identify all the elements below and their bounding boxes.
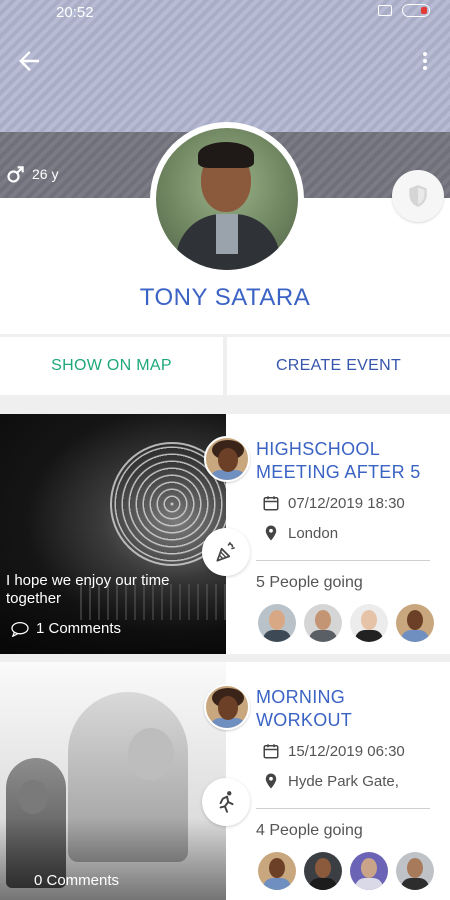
attendee-body — [309, 630, 337, 642]
status-icons — [378, 4, 430, 17]
back-button[interactable] — [14, 46, 44, 76]
back-arrow-icon — [19, 51, 39, 71]
attendee-body — [401, 630, 429, 642]
event-location: Hyde Park Gate, — [262, 772, 399, 790]
attendee-avatar[interactable] — [304, 604, 342, 642]
divider — [256, 808, 430, 809]
comment-icon — [11, 621, 29, 637]
event-date: 15/12/2019 06:30 — [262, 742, 405, 760]
event-title[interactable]: MORNING WORKOUT — [256, 686, 446, 732]
category-badge — [202, 778, 250, 826]
going-count: 4 People going — [256, 822, 363, 839]
attendee-body — [263, 630, 291, 642]
attendee-body — [401, 878, 429, 890]
organizer-avatar[interactable] — [204, 436, 250, 482]
gender-age: 26 y — [6, 164, 58, 184]
event-date: 07/12/2019 18:30 — [262, 494, 405, 512]
profile-name: TONY SATARA — [139, 284, 311, 311]
category-badge — [202, 528, 250, 576]
dot-icon — [423, 66, 427, 70]
avatar-hair — [198, 142, 254, 168]
attendee-head — [315, 610, 331, 630]
divider — [256, 560, 430, 561]
event-card[interactable]: 0 Comments MORNING WORKOUT 15/12/2019 06… — [0, 662, 450, 900]
attendee-head — [269, 610, 285, 630]
attendee-list — [258, 852, 434, 890]
attendee-list — [258, 604, 434, 642]
location-pin-icon — [265, 525, 277, 541]
calendar-icon — [263, 496, 279, 511]
shield-icon — [409, 185, 427, 207]
attendee-avatar[interactable] — [396, 852, 434, 890]
event-image[interactable]: I hope we enjoy our time together 1 Comm… — [0, 414, 226, 654]
event-caption: I hope we enjoy our time together — [6, 572, 170, 607]
attendee-head — [361, 610, 377, 630]
event-location-text: Hyde Park Gate, — [288, 772, 399, 790]
comments-link[interactable]: 1 Comments — [10, 620, 121, 637]
attendee-head — [361, 858, 377, 878]
attendee-avatar[interactable] — [350, 852, 388, 890]
overflow-menu-button[interactable] — [410, 46, 440, 76]
attendee-avatar[interactable] — [350, 604, 388, 642]
calendar-icon — [263, 744, 279, 759]
male-icon — [7, 166, 24, 183]
photo-person-head — [128, 728, 174, 780]
create-event-button[interactable]: CREATE EVENT — [227, 337, 450, 395]
attendee-head — [269, 858, 285, 878]
comments-count: 0 Comments — [34, 872, 120, 889]
avatar-shirt — [216, 214, 238, 254]
organizer-face — [218, 448, 238, 472]
attendee-avatar[interactable] — [258, 852, 296, 890]
event-title[interactable]: HIGHSCHOOL MEETING AFTER 5 — [256, 438, 446, 484]
attendee-avatar[interactable] — [304, 852, 342, 890]
attendee-body — [355, 878, 383, 890]
attendee-body — [309, 878, 337, 890]
verified-badge[interactable] — [392, 170, 444, 222]
attendee-head — [315, 858, 331, 878]
attendee-avatar[interactable] — [258, 604, 296, 642]
attendee-avatar[interactable] — [396, 604, 434, 642]
event-location: London — [262, 524, 338, 542]
organizer-face — [218, 696, 238, 720]
event-card[interactable]: I hope we enjoy our time together 1 Comm… — [0, 414, 450, 654]
sim-icon — [378, 5, 392, 16]
comments-link[interactable]: 0 Comments — [10, 872, 119, 889]
event-image[interactable]: 0 Comments — [0, 662, 226, 900]
show-on-map-button[interactable]: SHOW ON MAP — [0, 337, 223, 395]
attendee-head — [407, 610, 423, 630]
avatar-photo — [156, 128, 298, 270]
attendee-body — [355, 630, 383, 642]
avatar[interactable] — [150, 122, 304, 276]
event-date-text: 07/12/2019 18:30 — [288, 494, 405, 512]
attendee-body — [263, 878, 291, 890]
attendee-head — [407, 858, 423, 878]
battery-icon — [402, 4, 430, 17]
age-text: 26 y — [32, 166, 59, 182]
comments-count: 1 Comments — [36, 620, 122, 637]
running-icon — [219, 791, 234, 813]
going-count: 5 People going — [256, 574, 363, 591]
event-location-text: London — [288, 524, 339, 542]
event-date-text: 15/12/2019 06:30 — [288, 742, 405, 760]
dot-icon — [423, 59, 427, 63]
status-time: 20:52 — [56, 4, 94, 21]
photo-person-head — [18, 780, 48, 814]
party-popper-icon — [216, 541, 235, 562]
location-pin-icon — [265, 773, 277, 789]
dot-icon — [423, 52, 427, 56]
action-row: SHOW ON MAP CREATE EVENT — [0, 337, 450, 395]
organizer-avatar[interactable] — [204, 684, 250, 730]
